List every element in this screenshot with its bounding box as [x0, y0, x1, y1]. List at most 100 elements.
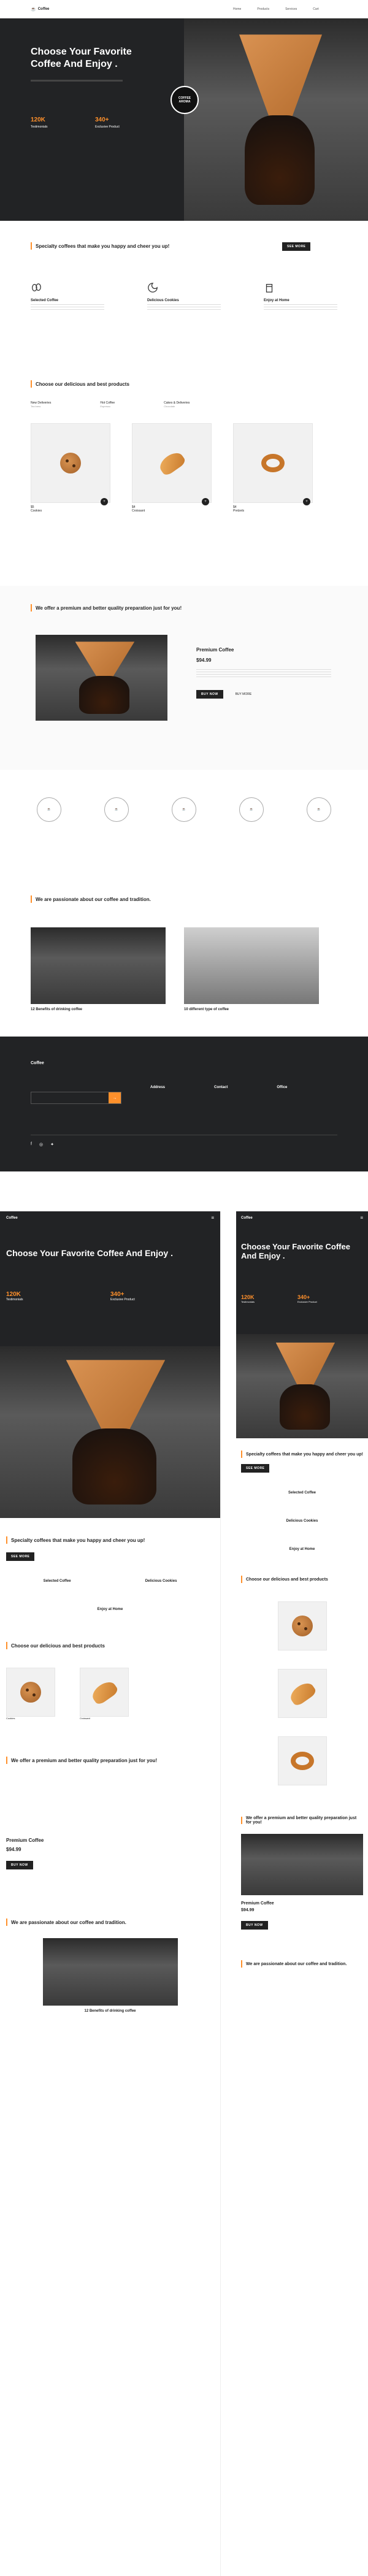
- mobile-buy-now-button[interactable]: BUY NOW: [241, 1921, 268, 1930]
- buy-more-link[interactable]: BUY MORE: [236, 692, 252, 696]
- product-card[interactable]: $5 Cookies +: [31, 423, 110, 513]
- tablet-premium-name: Premium Coffee: [6, 1838, 44, 1843]
- logo[interactable]: ☕ Coffee: [31, 7, 49, 12]
- tablet-see-more-button[interactable]: SEE MORE: [6, 1552, 35, 1561]
- blog-posts: 12 Benefits of drinking coffee 10 differ…: [31, 927, 337, 1011]
- partner-logo-icon: ☕: [172, 797, 196, 822]
- mobile-products: Choose our delicious and best products: [236, 1563, 368, 1798]
- mobile-products-header: Choose our delicious and best products: [241, 1576, 363, 1583]
- nav-link-products[interactable]: Products: [257, 7, 269, 11]
- nav-link-home[interactable]: Home: [233, 7, 241, 11]
- stat-value: 120K: [6, 1291, 21, 1298]
- tablet-specialty-title: Specialty coffees that make you happy an…: [11, 1537, 145, 1543]
- product-image[interactable]: [277, 1669, 327, 1718]
- accent-bar: [31, 604, 32, 611]
- coffee-carafe: [79, 676, 129, 714]
- coffee-logo-icon: ☕: [31, 7, 36, 12]
- add-to-cart-icon[interactable]: +: [202, 498, 209, 505]
- add-to-cart-icon[interactable]: +: [101, 498, 108, 505]
- mobile-specialty: Specialty coffees that make you happy an…: [236, 1438, 368, 1563]
- blog-post-image: [184, 927, 319, 1004]
- see-more-button[interactable]: SEE MORE: [282, 242, 311, 251]
- product-image[interactable]: [277, 1601, 327, 1650]
- mobile-premium-image: [241, 1834, 363, 1895]
- product-image: [132, 423, 212, 503]
- add-to-cart-icon[interactable]: +: [303, 498, 310, 505]
- menu-icon[interactable]: ≡: [211, 1215, 214, 1221]
- mobile-logo[interactable]: Coffee: [241, 1216, 253, 1220]
- product-image: [80, 1668, 129, 1717]
- instagram-icon[interactable]: ◎: [39, 1142, 43, 1147]
- feature-list: Selected Coffee Delicious Cookies Enjoy …: [31, 282, 337, 310]
- product-card[interactable]: $4 Croissant +: [132, 423, 212, 513]
- croissant-image: [89, 1678, 120, 1706]
- newsletter-form: →: [31, 1092, 121, 1104]
- croissant-image: [156, 449, 187, 477]
- filter-cakes[interactable]: Cakes & Deliveries Chocolate: [164, 401, 190, 408]
- menu-icon[interactable]: ≡: [360, 1215, 363, 1221]
- partner-logo-icon: ☕: [307, 797, 331, 822]
- croissant-image: [286, 1679, 318, 1708]
- stat-value: 340+: [110, 1291, 125, 1298]
- tablet-blog-header: We are passionate about our coffee and t…: [6, 1919, 214, 1926]
- coffee-filter: [239, 34, 322, 126]
- hero-image: [184, 18, 368, 221]
- subscribe-button[interactable]: →: [109, 1092, 121, 1103]
- coffee-cup-icon: [266, 283, 273, 293]
- feature-title: Delicious Cookies: [147, 299, 179, 302]
- nav-links: Home Products Services Cart: [233, 7, 319, 11]
- blog-post-card[interactable]: 10 different type of coffee: [184, 927, 319, 1011]
- tablet-premium-header: We offer a premium and better quality pr…: [6, 1757, 214, 1764]
- tablet-preview: Coffee ≡ Choose Your Favorite Coffee And…: [0, 1211, 221, 2576]
- hero-stat-testimonials: 120K Testimonials: [31, 117, 48, 129]
- mobile-blog: We are passionate about our coffee and t…: [236, 1948, 368, 1980]
- feature-cookies: Delicious Cookies: [147, 282, 221, 310]
- facebook-icon[interactable]: f: [31, 1142, 32, 1147]
- premium-actions: BUY NOW BUY MORE: [196, 690, 331, 699]
- mobile-premium-header: We offer a premium and better quality pr…: [241, 1816, 363, 1825]
- partner-logo-icon: ☕: [239, 797, 264, 822]
- stat-label: Exclusive Product: [95, 125, 120, 129]
- stat-label: Exclusive Product: [297, 1300, 317, 1303]
- tablet-hero-title: Choose Your Favorite Coffee And Enjoy .: [6, 1248, 173, 1258]
- tablet-logo[interactable]: Coffee: [6, 1216, 18, 1220]
- tablet-blog: We are passionate about our coffee and t…: [0, 1894, 220, 2037]
- badge-line: AROMA: [178, 100, 191, 104]
- specialty-title: Specialty coffees that make you happy an…: [36, 243, 170, 249]
- mobile-feature-title: Selected Coffee: [288, 1491, 316, 1495]
- stat-value: 120K: [31, 117, 45, 123]
- buy-now-button[interactable]: BUY NOW: [196, 690, 223, 699]
- feature-description: [147, 304, 221, 310]
- tablet-buy-now-button[interactable]: BUY NOW: [6, 1861, 33, 1869]
- coffee-carafe: [279, 1384, 330, 1430]
- tablet-specialty: Specialty coffees that make you happy an…: [0, 1518, 220, 1630]
- mobile-see-more-button[interactable]: SEE MORE: [241, 1464, 270, 1473]
- newsletter-input[interactable]: [31, 1092, 109, 1103]
- mobile-premium-title: We offer a premium and better quality pr…: [245, 1816, 357, 1825]
- product-name: Croissant: [80, 1717, 90, 1720]
- premium-product-name: Premium Coffee: [196, 647, 234, 653]
- cookie-image: [291, 1616, 313, 1636]
- stat-value: 340+: [95, 117, 109, 123]
- navbar: ☕ Coffee Home Products Services Cart: [0, 0, 368, 18]
- stat-label: Testimonials: [31, 125, 48, 129]
- blog-post-card[interactable]: 12 Benefits of drinking coffee: [31, 927, 166, 1011]
- feature-home: Enjoy at Home: [264, 282, 337, 310]
- stat-label: Testimonials: [241, 1300, 255, 1303]
- product-card[interactable]: Croissant: [80, 1668, 129, 1720]
- product-card[interactable]: Cookies: [6, 1668, 55, 1720]
- nav-link-cart[interactable]: Cart: [313, 7, 318, 11]
- tablet-feature-title: Delicious Cookies: [145, 1579, 177, 1583]
- filter-hot-coffee[interactable]: Hot Coffee Espresso: [100, 401, 115, 408]
- accent-bar: [241, 1960, 242, 1968]
- cookie-image: [60, 453, 81, 473]
- mobile-premium-name: Premium Coffee: [241, 1901, 274, 1906]
- blog-title: We are passionate about our coffee and t…: [36, 896, 151, 902]
- product-grid: $5 Cookies + $4 Croissant + $4 Pretzels …: [31, 423, 337, 513]
- twitter-icon[interactable]: ✦: [50, 1142, 54, 1147]
- product-image[interactable]: [277, 1736, 327, 1785]
- nav-link-services[interactable]: Services: [285, 7, 297, 11]
- feature-description: [31, 304, 104, 310]
- product-card[interactable]: $4 Pretzels +: [233, 423, 313, 513]
- filter-new-deliveries[interactable]: New Deliveries Tea brew: [31, 401, 51, 408]
